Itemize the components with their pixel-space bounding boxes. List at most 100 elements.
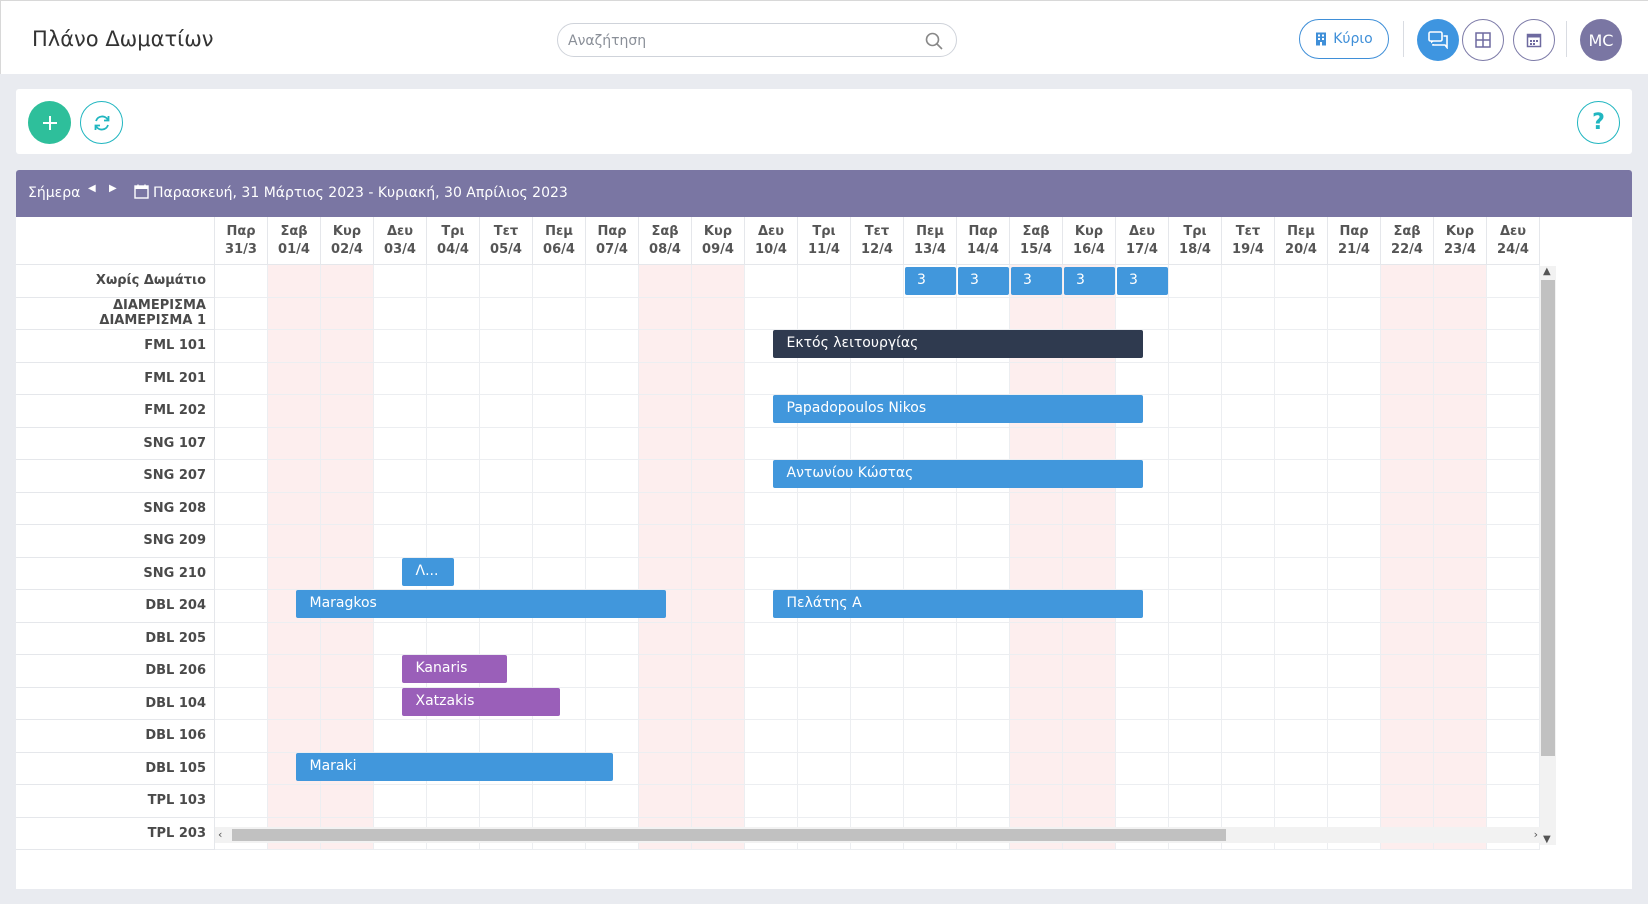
grid-cell[interactable] (480, 395, 533, 428)
grid-cell[interactable] (1169, 330, 1222, 363)
grid-cell[interactable] (745, 297, 798, 330)
grid-cell[interactable] (1381, 492, 1434, 525)
grid-cell[interactable] (1063, 622, 1116, 655)
grid-cell[interactable] (1222, 525, 1275, 558)
grid-cell[interactable] (745, 720, 798, 753)
grid-cell[interactable] (1222, 460, 1275, 493)
grid-cell[interactable] (692, 720, 745, 753)
grid-cell[interactable] (639, 427, 692, 460)
grid-cell[interactable] (215, 622, 268, 655)
grid-cell[interactable] (692, 460, 745, 493)
grid-cell[interactable] (586, 557, 639, 590)
grid-cell[interactable] (374, 460, 427, 493)
grid-cell[interactable] (1116, 720, 1169, 753)
grid-cell[interactable] (904, 362, 957, 395)
grid-cell[interactable] (851, 655, 904, 688)
grid-cell[interactable] (268, 362, 321, 395)
grid-cell[interactable] (1116, 427, 1169, 460)
grid-cell[interactable] (957, 557, 1010, 590)
grid-cell[interactable] (268, 687, 321, 720)
grid-cell[interactable] (851, 525, 904, 558)
grid-cell[interactable] (851, 492, 904, 525)
grid-cell[interactable] (1010, 557, 1063, 590)
grid-cell[interactable] (692, 362, 745, 395)
grid-cell[interactable] (1222, 395, 1275, 428)
grid-cell[interactable] (1222, 720, 1275, 753)
grid-cell[interactable] (215, 590, 268, 623)
grid-cell[interactable] (533, 655, 586, 688)
grid-cell[interactable] (268, 785, 321, 818)
grid-cell[interactable] (1063, 525, 1116, 558)
grid-cell[interactable] (1328, 720, 1381, 753)
grid-cell[interactable] (1487, 460, 1540, 493)
grid-cell[interactable] (904, 720, 957, 753)
grid-cell[interactable] (1275, 720, 1328, 753)
chat-button[interactable] (1417, 19, 1459, 61)
grid-cell[interactable] (798, 362, 851, 395)
grid-cell[interactable] (268, 525, 321, 558)
grid-cell[interactable] (639, 395, 692, 428)
grid-cell[interactable] (427, 265, 480, 298)
grid-cell[interactable] (1010, 687, 1063, 720)
grid-cell[interactable] (480, 525, 533, 558)
grid-cell[interactable] (851, 265, 904, 298)
grid-cell[interactable] (1063, 720, 1116, 753)
grid-cell[interactable] (1116, 622, 1169, 655)
grid-cell[interactable] (480, 330, 533, 363)
grid-cell[interactable] (321, 492, 374, 525)
grid-cell[interactable] (1434, 525, 1487, 558)
grid-cell[interactable] (1487, 265, 1540, 298)
grid-cell[interactable] (1328, 395, 1381, 428)
grid-cell[interactable] (692, 330, 745, 363)
grid-cell[interactable] (321, 557, 374, 590)
grid-cell[interactable] (1381, 622, 1434, 655)
grid-cell[interactable] (374, 297, 427, 330)
grid-cell[interactable] (1063, 427, 1116, 460)
grid-cell[interactable] (957, 297, 1010, 330)
grid-cell[interactable] (1222, 330, 1275, 363)
search-box[interactable] (557, 23, 957, 57)
grid-cell[interactable] (957, 720, 1010, 753)
grid-cell[interactable] (639, 785, 692, 818)
grid-cell[interactable] (1328, 622, 1381, 655)
grid-cell[interactable] (1381, 785, 1434, 818)
grid-cell[interactable] (268, 265, 321, 298)
grid-cell[interactable] (1434, 395, 1487, 428)
grid-cell[interactable] (1328, 525, 1381, 558)
grid-cell[interactable] (533, 330, 586, 363)
grid-cell[interactable] (957, 525, 1010, 558)
scroll-left-icon[interactable]: ‹ (218, 828, 222, 841)
grid-cell[interactable] (374, 492, 427, 525)
grid-cell[interactable] (268, 427, 321, 460)
grid-cell[interactable] (1275, 492, 1328, 525)
grid-cell[interactable] (798, 687, 851, 720)
grid-cell[interactable] (639, 460, 692, 493)
grid-cell[interactable] (1010, 525, 1063, 558)
grid-cell[interactable] (533, 460, 586, 493)
search-icon[interactable] (924, 31, 944, 51)
grid-cell[interactable] (215, 785, 268, 818)
grid-cell[interactable] (1222, 297, 1275, 330)
grid-cell[interactable] (321, 785, 374, 818)
grid-cell[interactable] (586, 297, 639, 330)
help-button[interactable]: ? (1577, 101, 1620, 144)
grid-cell[interactable] (480, 492, 533, 525)
grid-cell[interactable] (1222, 265, 1275, 298)
grid-cell[interactable] (427, 362, 480, 395)
grid-cell[interactable] (1169, 720, 1222, 753)
grid-cell[interactable] (1275, 330, 1328, 363)
grid-cell[interactable] (586, 460, 639, 493)
grid-cell[interactable] (374, 720, 427, 753)
grid-cell[interactable] (268, 492, 321, 525)
grid-cell[interactable] (1169, 492, 1222, 525)
grid-cell[interactable] (904, 655, 957, 688)
grid-cell[interactable] (1222, 590, 1275, 623)
grid-cell[interactable] (798, 265, 851, 298)
grid-cell[interactable] (1381, 720, 1434, 753)
grid-cell[interactable] (1275, 427, 1328, 460)
grid-cell[interactable] (321, 265, 374, 298)
grid-cell[interactable] (321, 655, 374, 688)
grid-cell[interactable] (1487, 395, 1540, 428)
booking-bar[interactable]: Xatzakis (401, 687, 560, 716)
grid-cell[interactable] (1010, 622, 1063, 655)
